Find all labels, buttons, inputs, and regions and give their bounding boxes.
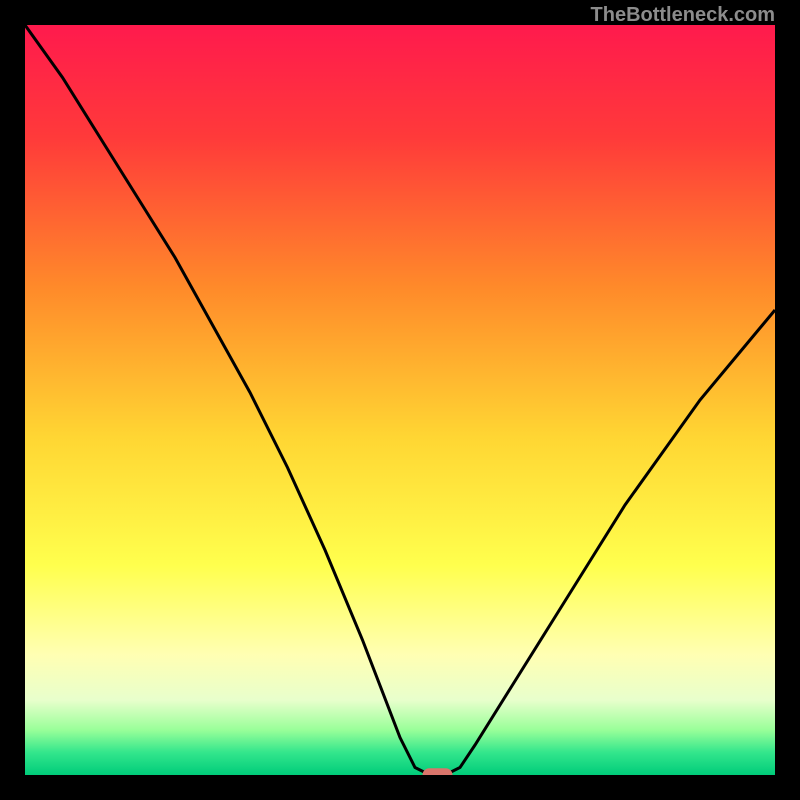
chart-container: TheBottleneck.com [0,0,800,800]
watermark-text: TheBottleneck.com [591,4,775,27]
chart-svg [25,25,775,775]
gradient-background [25,25,775,775]
optimal-marker [423,768,453,775]
plot-area [25,25,775,775]
